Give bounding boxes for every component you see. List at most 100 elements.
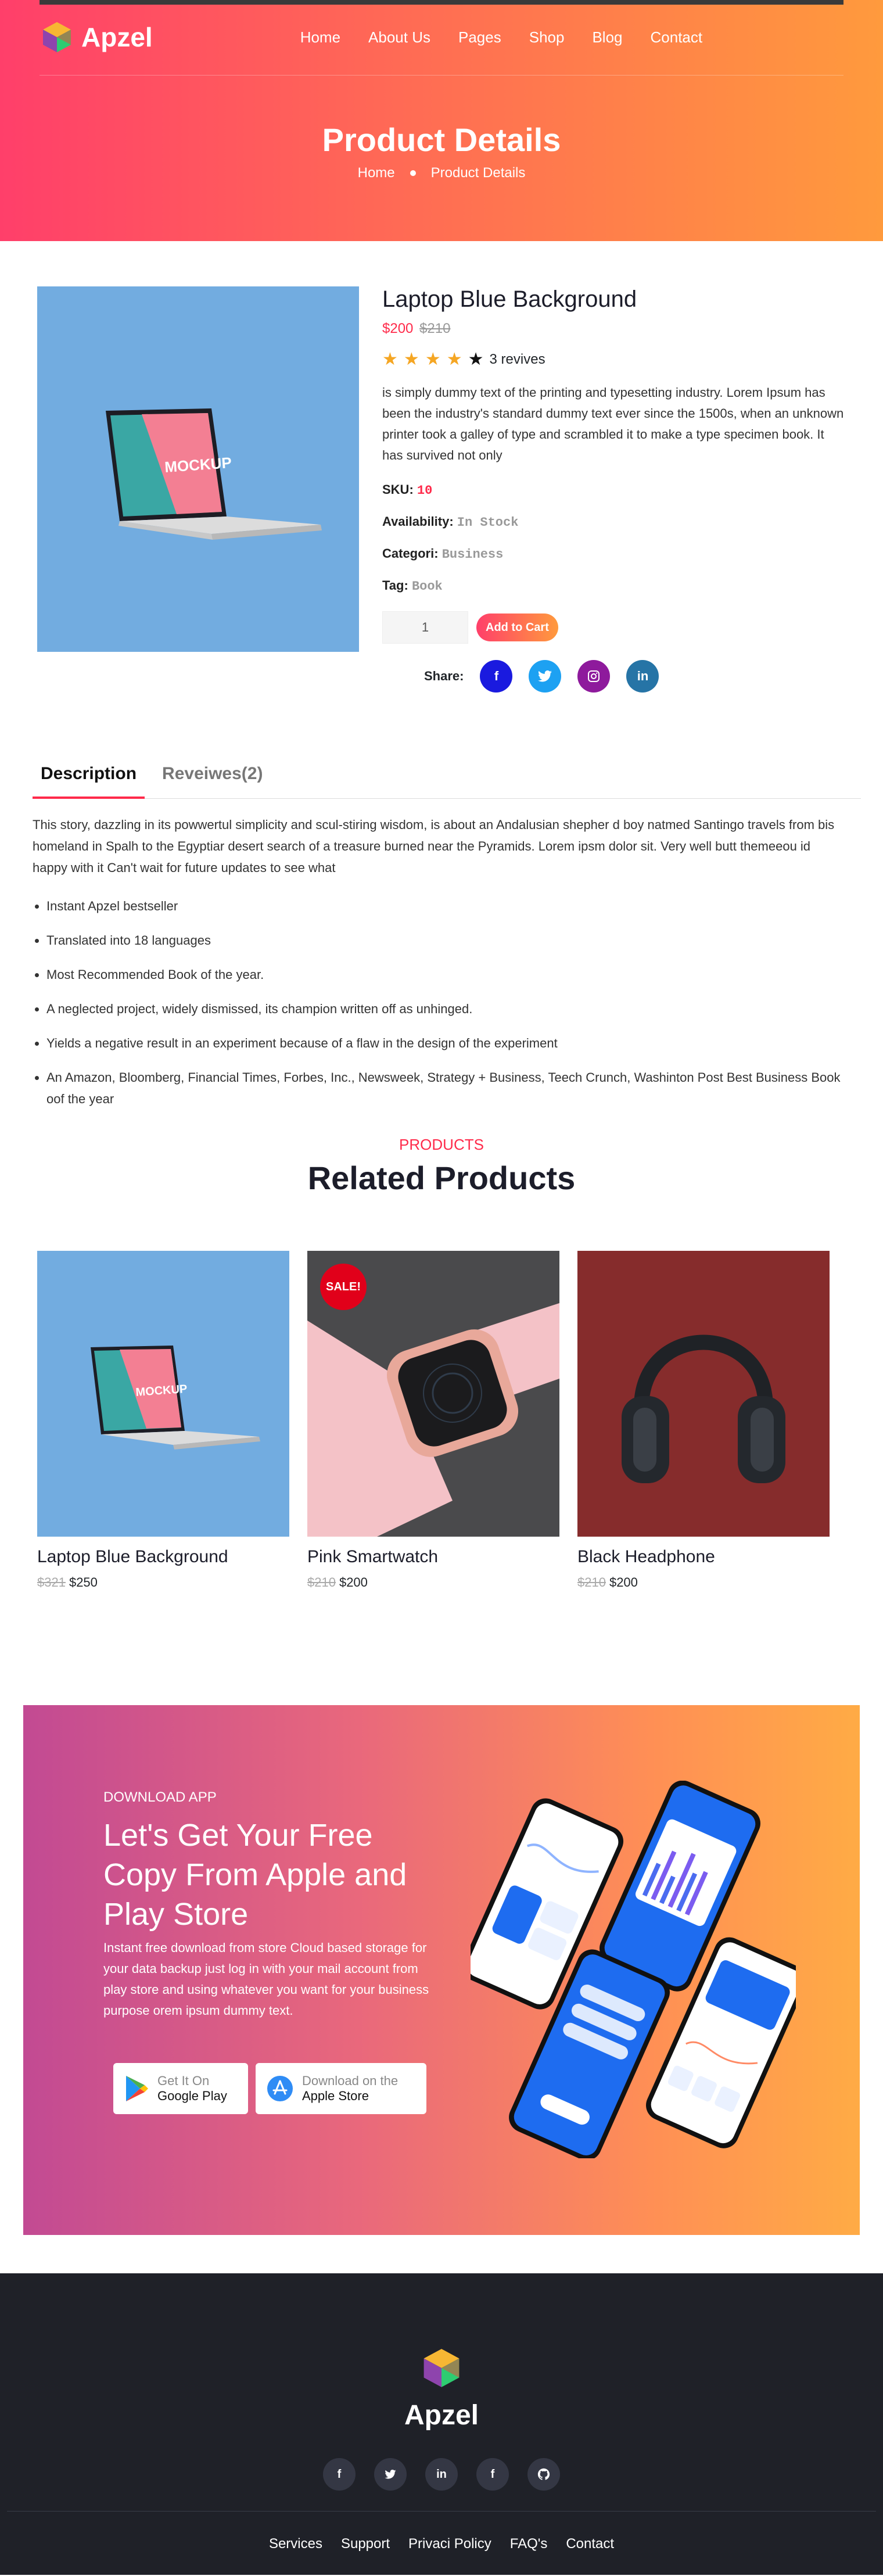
github-icon[interactable]	[527, 2458, 560, 2491]
instagram-icon[interactable]	[577, 660, 611, 693]
linkedin-icon[interactable]: in	[626, 660, 659, 693]
logo[interactable]: Apzel	[40, 20, 153, 55]
top-line	[40, 0, 843, 5]
list-item: A neglected project, widely dismissed, i…	[46, 998, 848, 1020]
google-play-small: Get It On	[157, 2073, 210, 2088]
google-play-text: Get It On Google Play	[157, 2073, 227, 2104]
sku-label: SKU:	[382, 482, 414, 497]
long-description: This story, dazzling in its powwertul si…	[33, 817, 835, 875]
product-card[interactable]: MOCKUP Laptop Blue Background $321 $250	[37, 1251, 289, 1590]
page-title: Product Details	[322, 121, 561, 158]
tab-reviews[interactable]: Reveiwes(2)	[154, 764, 271, 799]
footer-link-services[interactable]: Services	[269, 2536, 322, 2552]
product-image: MOCKUP	[37, 286, 359, 652]
quantity-input[interactable]: 1	[382, 611, 468, 644]
breadcrumb-home[interactable]: Home	[358, 165, 395, 181]
list-item: Most Recommended Book of the year.	[46, 964, 848, 985]
related-title: Related Products	[307, 1160, 576, 1196]
footer-link-contact[interactable]: Contact	[566, 2536, 614, 2552]
product-card[interactable]: Black Headphone $210 $200	[577, 1251, 830, 1590]
twitter-icon[interactable]	[374, 2458, 407, 2491]
tag-label: Tag:	[382, 578, 408, 593]
logo-cube-icon	[43, 22, 71, 52]
tab-description[interactable]: Description	[33, 764, 145, 799]
facebook-icon[interactable]: f	[480, 660, 513, 693]
sku-value: 10	[417, 483, 433, 498]
google-play-big: Google Play	[157, 2089, 227, 2103]
product-card-image[interactable]: MOCKUP	[37, 1251, 289, 1537]
star-icon: ★	[425, 350, 441, 369]
share-row: Share: f in	[424, 660, 847, 693]
old-price: $321	[37, 1575, 66, 1590]
current-price: $200	[609, 1575, 638, 1590]
product-card-price: $210 $200	[577, 1575, 830, 1590]
apple-store-small: Download on the	[302, 2073, 399, 2088]
footer-logo[interactable]: Apzel	[0, 2346, 883, 2431]
category-row: Categori: Business	[382, 546, 847, 562]
apple-store-text: Download on the Apple Store	[302, 2073, 398, 2104]
share-label: Share:	[424, 669, 464, 683]
feature-list: Instant Apzel bestseller Translated into…	[46, 895, 848, 1122]
app-text: Instant free download from store Cloud b…	[103, 1940, 429, 2018]
list-item: Instant Apzel bestseller	[46, 895, 848, 917]
hero-header: Apzel Home About Us Pages Shop Blog Cont…	[0, 0, 883, 241]
footer-links: Services Support Privaci Policy FAQ's Co…	[0, 2536, 883, 2552]
related-products: PRODUCTS Related Products MOCKUP Laptop …	[0, 1136, 883, 1705]
category-label: Categori:	[382, 546, 439, 561]
product-description: is simply dummy text of the printing and…	[382, 385, 844, 462]
nav-about-us[interactable]: About Us	[368, 28, 430, 46]
nav-contact[interactable]: Contact	[651, 28, 703, 46]
nav-blog[interactable]: Blog	[592, 28, 622, 46]
list-item: An Amazon, Bloomberg, Financial Times, F…	[46, 1067, 848, 1110]
twitter-icon[interactable]	[529, 660, 562, 693]
google-play-icon	[126, 2076, 148, 2101]
star-icon: ★	[403, 350, 419, 369]
footer-social: f in f	[0, 2458, 883, 2491]
product-card[interactable]: SALE! Pink Smartwatch $210 $200	[307, 1251, 559, 1590]
nav-pages[interactable]: Pages	[458, 28, 501, 46]
footer-link-privacy-policy[interactable]: Privaci Policy	[408, 2536, 491, 2552]
footer-brand-name: Apzel	[404, 2400, 479, 2431]
breadcrumb: Home Product Details	[0, 165, 883, 181]
breadcrumb-current: Product Details	[430, 165, 526, 181]
product-title: Laptop Blue Background	[382, 286, 637, 312]
product-tabs: Description Reveiwes(2)	[33, 764, 861, 799]
nav-home[interactable]: Home	[300, 28, 340, 46]
facebook-icon[interactable]: f	[476, 2458, 509, 2491]
category-value[interactable]: Business	[442, 547, 504, 562]
related-eyebrow: PRODUCTS	[399, 1136, 484, 1153]
product-detail: MOCKUP Laptop Blue Background $200 $210 …	[0, 241, 883, 764]
list-item: Translated into 18 languages	[46, 930, 848, 951]
product-card-name[interactable]: Pink Smartwatch	[307, 1547, 559, 1567]
product-price: $200 $210	[382, 321, 847, 337]
app-store-icon	[267, 2076, 293, 2101]
footer-link-support[interactable]: Support	[341, 2536, 390, 2552]
headphone-illustration	[577, 1251, 830, 1537]
footer-link-faqs[interactable]: FAQ's	[510, 2536, 548, 2552]
sale-badge: SALE!	[320, 1264, 367, 1310]
product-card-image[interactable]	[577, 1251, 830, 1537]
nav-shop[interactable]: Shop	[529, 28, 565, 46]
product-tabs-section: Description Reveiwes(2) This story, dazz…	[0, 764, 883, 1136]
rating: ★ ★ ★ ★ ★ 3 revives	[382, 351, 847, 368]
availability-label: Availability:	[382, 514, 454, 529]
linkedin-icon[interactable]: in	[425, 2458, 458, 2491]
app-eyebrow: DOWNLOAD APP	[103, 1789, 217, 1805]
review-count[interactable]: 3 revives	[490, 351, 545, 368]
old-price: $210	[419, 321, 451, 336]
star-icon: ★	[382, 350, 398, 369]
old-price: $210	[577, 1575, 606, 1590]
star-icon: ★	[446, 350, 462, 369]
add-to-cart-button[interactable]: Add to Cart	[476, 613, 558, 641]
brand-name: Apzel	[81, 22, 153, 52]
star-empty-icon: ★	[468, 350, 484, 369]
product-card-image[interactable]: SALE!	[307, 1251, 559, 1537]
tag-value[interactable]: Book	[412, 579, 443, 594]
product-card-name[interactable]: Laptop Blue Background	[37, 1547, 289, 1567]
product-card-name[interactable]: Black Headphone	[577, 1547, 830, 1567]
product-info: Laptop Blue Background $200 $210 ★ ★ ★ ★…	[382, 286, 847, 693]
google-play-button[interactable]: Get It On Google Play	[113, 2063, 248, 2114]
apple-store-button[interactable]: Download on the Apple Store	[256, 2063, 426, 2114]
facebook-icon[interactable]: f	[323, 2458, 356, 2491]
product-card-price: $210 $200	[307, 1575, 559, 1590]
